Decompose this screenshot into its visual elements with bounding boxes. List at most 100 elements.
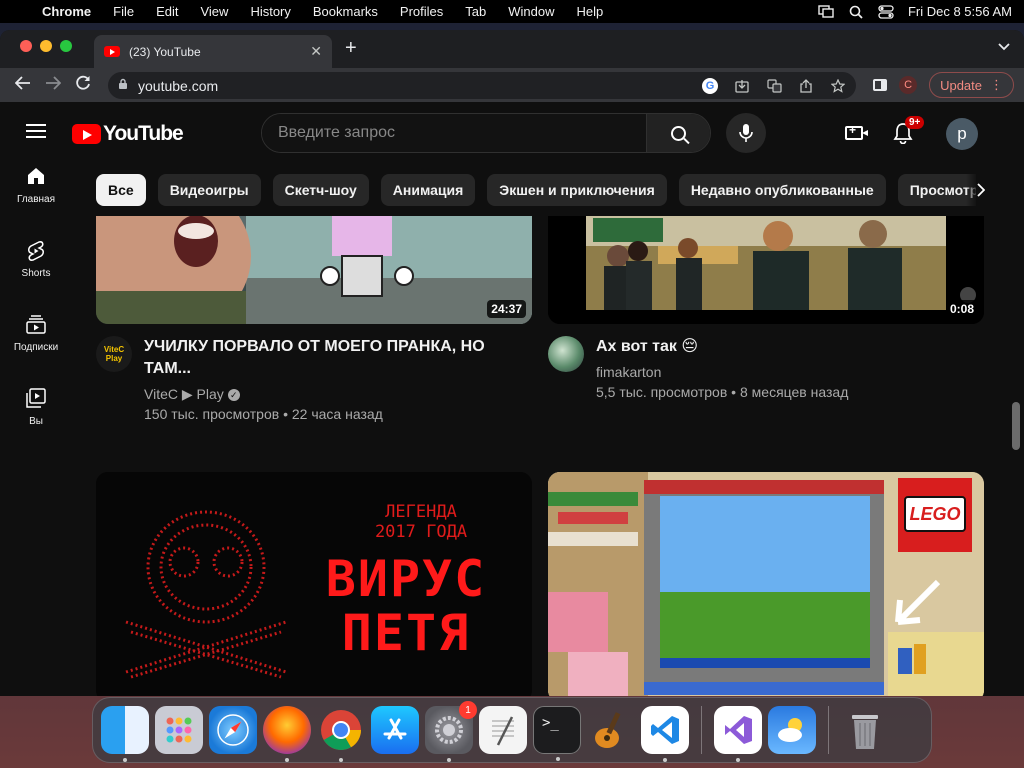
menu-history[interactable]: History [239,4,301,19]
menu-bar: Chrome File Edit View History Bookmarks … [0,0,1024,23]
channel-name[interactable]: fimakarton [596,362,848,382]
textedit-icon[interactable] [479,706,527,754]
menu-bookmarks[interactable]: Bookmarks [302,4,389,19]
menu-help[interactable]: Help [566,4,615,19]
video-thumbnail[interactable]: 0:08 [548,216,984,324]
url-text[interactable]: youtube.com [138,78,702,94]
chip-animation[interactable]: Анимация [380,174,476,206]
video-duration: 24:37 [487,300,526,318]
microphone-icon [739,124,753,142]
video-card[interactable]: ЛЕГЕНДА 2017 ГОДА ВИРУС ПЕТЯ [96,472,532,696]
menu-window[interactable]: Window [497,4,565,19]
tab-search-chevron-icon[interactable] [998,40,1010,54]
chip-action-adventure[interactable]: Экшен и приключения [487,174,667,206]
profile-avatar[interactable]: C [899,76,918,94]
address-bar[interactable]: youtube.com G [108,72,856,99]
video-title[interactable]: УЧИЛКУ ПОРВАЛО ОТ МОЕГО ПРАНКА, НО ТАМ..… [144,336,532,380]
vscode-icon[interactable] [641,706,689,762]
search-input[interactable]: Введите запрос [262,114,646,152]
youtube-favicon-icon [104,46,120,57]
guide-menu-icon[interactable] [26,124,46,142]
menu-view[interactable]: View [189,4,239,19]
menu-clock[interactable]: Fri Dec 8 5:56 AM [908,4,1012,19]
menu-edit[interactable]: Edit [145,4,189,19]
minimize-window-button[interactable] [40,40,52,52]
rail-item-shorts[interactable]: Shorts [0,232,72,306]
site-info-lock-icon[interactable] [118,78,128,93]
more-menu-icon[interactable]: ⋮ [990,77,1003,93]
system-settings-icon[interactable]: 1 [425,701,477,762]
side-panel-icon[interactable] [873,79,888,91]
channel-name[interactable]: ViteC ▶ Play [144,386,224,402]
zoom-window-button[interactable] [60,40,72,52]
spotlight-search-icon[interactable] [848,5,864,19]
page-scrollbar-thumb[interactable] [1012,402,1020,450]
update-button[interactable]: Update ⋮ [929,72,1014,98]
chip-sketch-comedy[interactable]: Скетч-шоу [272,174,369,206]
screen-mirroring-icon[interactable] [818,5,834,19]
safari-icon[interactable] [209,706,257,754]
control-center-icon[interactable] [878,4,894,19]
finder-icon[interactable] [101,706,149,762]
translate-icon[interactable] [766,78,782,94]
terminal-icon[interactable]: >_ [533,706,581,761]
close-window-button[interactable] [20,40,32,52]
tab-title: (23) YouTube [129,44,201,59]
chip-recently-uploaded[interactable]: Недавно опубликованные [678,174,886,206]
app-store-icon[interactable] [371,706,419,754]
google-lens-icon[interactable]: G [702,77,718,94]
rail-item-home[interactable]: Главная [0,158,72,232]
menu-file[interactable]: File [102,4,145,19]
tab-close-icon[interactable]: ✕ [310,43,322,60]
back-button[interactable] [8,75,38,95]
install-app-icon[interactable] [734,78,750,94]
rail-label-shorts: Shorts [21,268,51,279]
garageband-icon[interactable] [587,706,635,754]
menu-profiles[interactable]: Profiles [389,4,454,19]
chip-all[interactable]: Все [96,174,146,206]
video-meta: Ах вот так 😔 fimakarton 5,5 тыс. просмот… [548,336,984,402]
youtube-logo[interactable]: YouTube [72,122,184,146]
view-count: 150 тыс. просмотров [144,406,280,422]
voice-search-button[interactable] [726,113,766,153]
launchpad-icon[interactable] [155,706,203,754]
menu-app-name[interactable]: Chrome [36,4,102,19]
weather-icon[interactable] [768,706,816,754]
chip-video-games[interactable]: Видеоигры [157,174,261,206]
bookmark-star-icon[interactable] [830,78,846,94]
video-card[interactable]: 24:37 ViteC Play УЧИЛКУ ПОРВАЛО ОТ МОЕГО… [96,216,532,424]
forward-button[interactable] [38,75,68,95]
rail-label-subscriptions: Подписки [13,342,59,353]
browser-tab-youtube[interactable]: (23) YouTube ✕ [94,35,332,68]
video-thumbnail[interactable]: LEGO [548,472,984,696]
firefox-icon[interactable] [263,706,311,762]
dock-separator [828,706,829,754]
reload-button[interactable] [68,75,98,95]
video-thumbnail[interactable]: ЛЕГЕНДА 2017 ГОДА ВИРУС ПЕТЯ [96,472,532,696]
visual-studio-icon[interactable] [714,706,762,762]
video-card[interactable]: 0:08 Ах вот так 😔 fimakarton 5,5 тыс. пр… [548,216,984,402]
search-button[interactable] [646,114,710,152]
menu-tab[interactable]: Tab [454,4,497,19]
rail-label-home: Главная [16,194,56,205]
video-title[interactable]: Ах вот так 😔 [596,336,848,358]
rail-item-you[interactable]: Вы [0,380,72,454]
chrome-window: (23) YouTube ✕ + youtube.com G C Update … [0,30,1024,696]
chrome-icon[interactable] [317,706,365,762]
notifications-count-badge: 9+ [905,116,925,129]
share-icon[interactable] [798,78,814,94]
account-avatar[interactable]: p [946,118,978,150]
chip-watched[interactable]: Просмотрено [897,174,976,206]
channel-avatar[interactable] [548,336,584,372]
thumbnail-text-line1: ЛЕГЕНДА [385,502,457,522]
rail-item-subscriptions[interactable]: Подписки [0,306,72,380]
shorts-icon [27,240,45,264]
video-card[interactable]: LEGO [548,472,984,696]
video-thumbnail[interactable]: 24:37 [96,216,532,324]
new-tab-button[interactable]: + [345,37,357,60]
trash-icon[interactable] [841,706,889,754]
video-duration: 0:08 [945,300,978,318]
create-video-icon[interactable] [845,123,868,140]
channel-avatar[interactable]: ViteC Play [96,336,132,372]
chips-next-chevron-icon[interactable] [966,174,996,206]
